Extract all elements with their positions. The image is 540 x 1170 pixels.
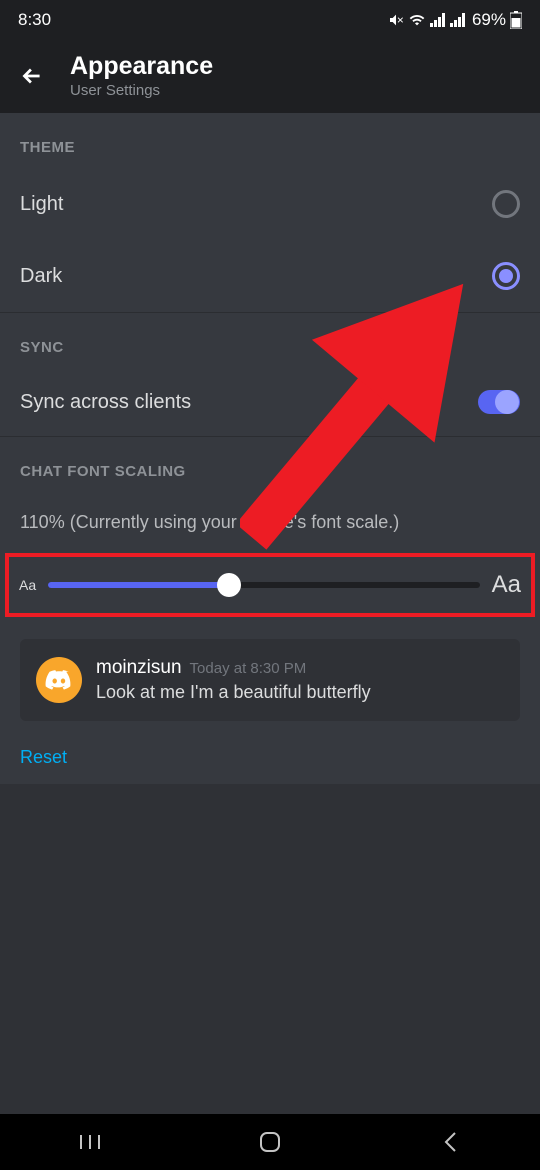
discord-logo-icon	[45, 670, 73, 691]
preview-message: Look at me I'm a beautiful butterfly	[96, 682, 504, 703]
theme-dark-label: Dark	[20, 265, 62, 288]
signal-icon-2	[450, 13, 466, 27]
nav-recents[interactable]	[60, 1133, 120, 1151]
nav-back-icon	[443, 1131, 457, 1153]
sync-toggle[interactable]	[478, 390, 520, 414]
slider-fill	[48, 582, 229, 588]
toggle-knob	[495, 390, 519, 414]
preview-timestamp: Today at 8:30 PM	[190, 660, 307, 677]
home-icon	[259, 1131, 281, 1153]
sync-row[interactable]: Sync across clients	[0, 368, 540, 436]
status-icons: 69%	[388, 10, 522, 30]
battery-text: 69%	[472, 10, 506, 30]
wifi-icon	[408, 12, 426, 28]
theme-option-light[interactable]: Light	[0, 168, 540, 240]
back-arrow-icon	[19, 63, 45, 89]
battery-icon	[510, 11, 522, 29]
slider-thumb[interactable]	[217, 573, 241, 597]
slider-label-small: Aa	[19, 577, 36, 593]
status-time: 8:30	[18, 10, 51, 30]
sync-section-label: SYNC	[0, 313, 540, 368]
font-slider[interactable]	[48, 582, 480, 588]
font-scaling-section-label: CHAT FONT SCALING	[0, 437, 540, 492]
theme-light-label: Light	[20, 193, 63, 216]
page-title: Appearance	[70, 52, 213, 81]
nav-home[interactable]	[240, 1131, 300, 1153]
nav-bar	[0, 1114, 540, 1170]
back-button[interactable]	[16, 60, 48, 92]
avatar	[36, 657, 82, 703]
recents-icon	[79, 1133, 101, 1151]
slider-label-big: Aa	[492, 571, 521, 599]
sync-label: Sync across clients	[20, 391, 191, 414]
reset-link[interactable]: Reset	[0, 731, 540, 784]
preview-username: moinzisun	[96, 657, 182, 679]
header: Appearance User Settings	[0, 40, 540, 113]
mute-icon	[388, 12, 404, 28]
radio-dark[interactable]	[492, 262, 520, 290]
content: THEME Light Dark SYNC Sync across client…	[0, 113, 540, 784]
message-preview: moinzisun Today at 8:30 PM Look at me I'…	[20, 639, 520, 721]
theme-option-dark[interactable]: Dark	[0, 240, 540, 312]
font-scaling-current: 110% (Currently using your device's font…	[0, 492, 540, 545]
theme-section-label: THEME	[0, 113, 540, 168]
signal-icon-1	[430, 13, 446, 27]
nav-back[interactable]	[420, 1131, 480, 1153]
radio-light[interactable]	[492, 190, 520, 218]
font-slider-container: Aa Aa	[5, 553, 535, 617]
status-bar: 8:30 69%	[0, 0, 540, 40]
radio-dark-inner	[499, 269, 513, 283]
page-subtitle: User Settings	[70, 82, 213, 99]
